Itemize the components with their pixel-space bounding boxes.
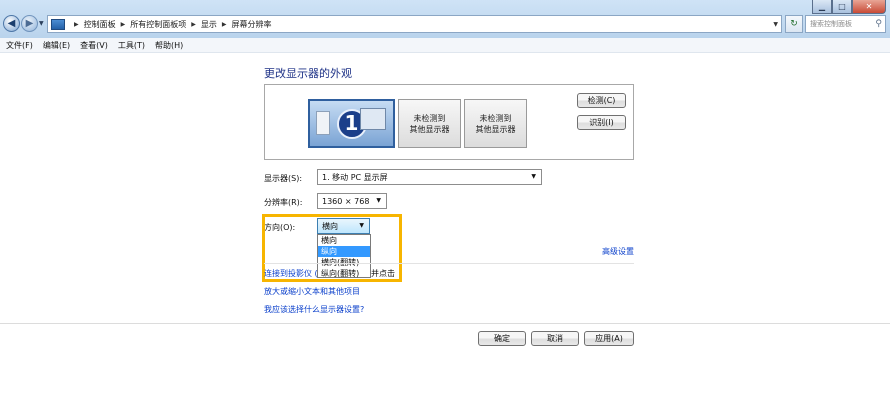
resolution-select[interactable]: 1360 × 768 ▼: [317, 193, 387, 209]
window-controls: ▁ □ ✕: [812, 0, 886, 14]
identify-button[interactable]: 识别(I): [577, 115, 626, 130]
menu-file[interactable]: 文件(F): [6, 40, 33, 51]
breadcrumb-screen-resolution[interactable]: 屏幕分辨率: [232, 19, 272, 30]
back-arrow-icon[interactable]: ◀: [3, 15, 20, 32]
recent-pages-chevron-icon[interactable]: ▼: [39, 20, 44, 27]
breadcrumb: ▶ 控制面板 ▶ 所有控制面板项 ▶ 显示 ▶ 屏幕分辨率: [69, 19, 272, 30]
monitor-2-tile[interactable]: 未检测到 其他显示器: [398, 99, 461, 148]
apply-button[interactable]: 应用(A): [584, 331, 634, 346]
display-label: 显示器(S):: [264, 174, 303, 183]
title-bar: ▁ □ ✕ ◀ ▶ ▼ ▶ 控制面板 ▶ 所有控制面板项 ▶ 显示 ▶ 屏幕分辨…: [0, 0, 890, 38]
chevron-right-icon[interactable]: ▶: [74, 21, 79, 28]
chevron-down-icon[interactable]: ▼: [773, 21, 778, 28]
search-icon[interactable]: ⚲: [875, 19, 882, 29]
footer-divider: [0, 323, 890, 324]
menu-edit[interactable]: 编辑(E): [43, 40, 70, 51]
breadcrumb-all-items[interactable]: 所有控制面板项: [130, 19, 186, 30]
display-select[interactable]: 1. 移动 PC 显示屏 ▼: [317, 169, 542, 185]
menu-view[interactable]: 查看(V): [80, 40, 108, 51]
ok-button[interactable]: 确定: [478, 331, 526, 346]
desktop-preview-icon: [316, 111, 330, 135]
resolution-value: 1360 × 768: [322, 196, 370, 206]
projector-hint-text: 并点击: [371, 269, 395, 278]
minimize-button[interactable]: ▁: [812, 0, 832, 14]
monitor-3-tile[interactable]: 未检测到 其他显示器: [464, 99, 527, 148]
display-help-link[interactable]: 我应该选择什么显示器设置?: [264, 304, 364, 315]
search-placeholder: 搜索控制面板: [810, 20, 852, 28]
maximize-button[interactable]: □: [832, 0, 852, 14]
section-divider: [264, 263, 634, 264]
chevron-right-icon[interactable]: ▶: [191, 21, 196, 28]
monitor-2-label-line2: 其他显示器: [409, 124, 450, 134]
address-bar[interactable]: ▶ 控制面板 ▶ 所有控制面板项 ▶ 显示 ▶ 屏幕分辨率 ▼: [47, 15, 782, 33]
connect-projector-link[interactable]: 连接到投影仪 (: [264, 268, 318, 279]
text-size-link[interactable]: 放大或缩小文本和其他项目: [264, 286, 360, 297]
forward-arrow-icon[interactable]: ▶: [21, 15, 38, 32]
monitor-2-label-line1: 未检测到: [413, 113, 446, 123]
chevron-right-icon[interactable]: ▶: [222, 21, 227, 28]
monitor-1-tile[interactable]: 1: [308, 99, 395, 148]
cancel-button[interactable]: 取消: [531, 331, 579, 346]
chevron-down-icon: ▼: [531, 173, 536, 180]
display-value: 1. 移动 PC 显示屏: [322, 172, 388, 182]
advanced-settings-link[interactable]: 高级设置: [602, 246, 634, 257]
monitor-3-label-line2: 其他显示器: [475, 124, 516, 134]
chevron-right-icon[interactable]: ▶: [121, 21, 126, 28]
detect-button[interactable]: 检测(C): [577, 93, 626, 108]
control-panel-icon: [51, 18, 65, 30]
screen-preview-icon: [360, 108, 386, 130]
monitor-3-label-line1: 未检测到: [479, 113, 512, 123]
search-input[interactable]: 搜索控制面板 ⚲: [805, 15, 886, 33]
close-button[interactable]: ✕: [852, 0, 886, 14]
breadcrumb-control-panel[interactable]: 控制面板: [84, 19, 116, 30]
menu-bar: 文件(F) 编辑(E) 查看(V) 工具(T) 帮助(H): [0, 38, 890, 53]
resolution-label: 分辨率(R):: [264, 198, 303, 207]
breadcrumb-display[interactable]: 显示: [201, 19, 217, 30]
menu-help[interactable]: 帮助(H): [155, 40, 183, 51]
refresh-icon[interactable]: ↻: [785, 15, 803, 33]
menu-tools[interactable]: 工具(T): [118, 40, 145, 51]
chevron-down-icon: ▼: [376, 197, 381, 204]
page-title: 更改显示器的外观: [264, 67, 352, 80]
